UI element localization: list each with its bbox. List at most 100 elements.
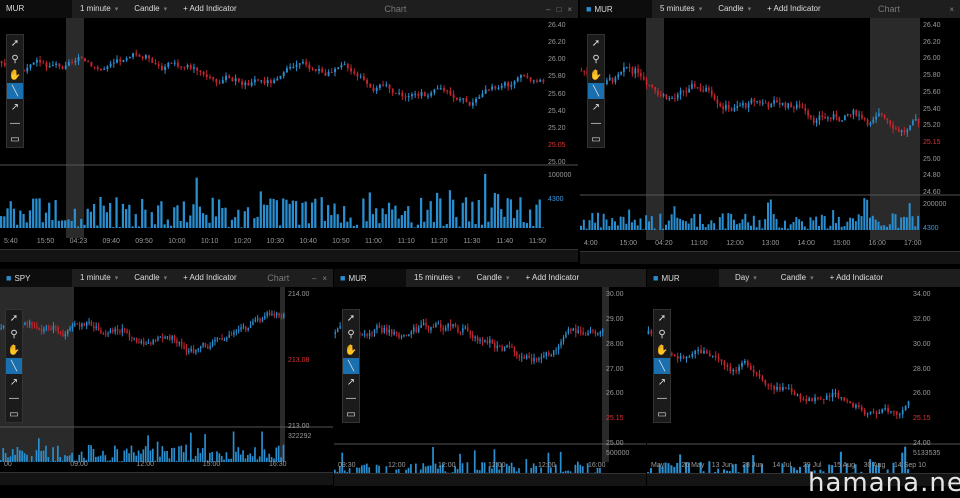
minimize-icon[interactable]: – [546,5,550,14]
close-icon[interactable]: × [567,5,572,14]
chart-canvas[interactable] [0,0,578,268]
time-scrollbar[interactable] [580,251,960,264]
hand-icon[interactable]: ✋ [6,342,22,358]
candle-body [873,412,875,413]
chart-canvas[interactable] [0,269,333,491]
time-scrollbar[interactable] [334,473,646,486]
chart-canvas[interactable] [334,269,646,491]
cursor-icon[interactable]: ➚ [343,310,359,326]
arrow-icon[interactable]: ↗ [7,99,23,115]
volume-bar [119,461,121,462]
add-indicator-button[interactable]: + Add Indicator [759,0,829,18]
volume-bar [662,229,664,230]
chart-type-dropdown[interactable]: Candle [126,269,175,287]
line-icon[interactable]: ╲ [654,358,670,374]
hline-icon[interactable]: — [588,115,604,131]
chart-canvas[interactable] [580,0,960,268]
hline-icon[interactable]: — [343,390,359,406]
time-scrollbar[interactable] [0,472,333,485]
add-indicator-button[interactable]: + Add Indicator [822,269,892,287]
volume-bar [455,217,457,228]
interval-dropdown[interactable]: 5 minutes [652,0,710,18]
arrow-icon[interactable]: ↗ [654,374,670,390]
hline-icon[interactable]: — [6,390,22,406]
symbol-tab[interactable]: MUR [0,0,72,18]
rect-icon[interactable]: ▭ [654,406,670,422]
interval-dropdown[interactable]: 15 minutes [406,269,469,287]
symbol-label[interactable]: MUR [0,0,72,18]
hand-icon[interactable]: ✋ [343,342,359,358]
time-axis-label: 12:00 [488,462,506,469]
candle-body [212,77,214,79]
candle-body [558,346,559,350]
line-icon[interactable]: ╲ [588,83,604,99]
symbol-tab[interactable]: ■SPY [0,269,72,287]
line-icon[interactable]: ╲ [6,358,22,374]
symbol-label[interactable]: ■MUR [647,269,719,287]
volume-bar [513,218,515,228]
rect-icon[interactable]: ▭ [343,406,359,422]
cursor-icon[interactable]: ➚ [654,310,670,326]
interval-dropdown[interactable]: 1 minute [72,0,126,18]
rect-icon[interactable]: ▭ [6,406,22,422]
symbol-tab[interactable]: ■MUR [580,0,652,18]
hand-icon[interactable]: ✋ [588,67,604,83]
arrow-icon[interactable]: ↗ [6,374,22,390]
add-indicator-button[interactable]: + Add Indicator [175,0,245,18]
close-icon[interactable]: × [949,5,954,14]
zoom-icon[interactable]: ⚲ [343,326,359,342]
symbol-tab[interactable]: ■MUR [647,269,719,287]
add-indicator-button[interactable]: + Add Indicator [175,269,245,287]
arrow-icon[interactable]: ↗ [588,99,604,115]
hand-icon[interactable]: ✋ [654,342,670,358]
cursor-icon[interactable]: ➚ [6,310,22,326]
symbol-label[interactable]: ■SPY [0,269,72,287]
volume-bar [295,201,297,228]
volume-bar [897,228,899,230]
arrow-icon[interactable]: ↗ [343,374,359,390]
chart-type-dropdown[interactable]: Candle [773,269,822,287]
rect-icon[interactable]: ▭ [588,131,604,147]
line-icon[interactable]: ╲ [343,358,359,374]
symbol-tab[interactable]: ■MUR [334,269,406,287]
hline-icon[interactable]: — [654,390,670,406]
volume-bar [6,208,8,228]
zoom-icon[interactable]: ⚲ [654,326,670,342]
candle-body [190,65,192,69]
candle-body [853,110,855,115]
minimize-icon[interactable]: – [312,274,316,283]
line-icon[interactable]: ╲ [7,83,23,99]
symbol-label[interactable]: ■MUR [580,0,652,18]
candle-body [296,65,298,67]
interval-dropdown[interactable]: Day [719,269,773,287]
zoom-icon[interactable]: ⚲ [7,51,23,67]
link-dot-icon: ■ [340,273,345,283]
volume-bar [620,217,622,230]
interval-dropdown[interactable]: 1 minute [72,269,126,287]
chart-type-dropdown[interactable]: Candle [710,0,759,18]
price-axis-label: 26.40 [548,22,566,29]
chart-type-dropdown[interactable]: Candle [469,269,518,287]
time-scrollbar[interactable] [0,249,578,262]
rect-icon[interactable]: ▭ [7,131,23,147]
chart-panel-spy-1min: ■SPY 1 minute Candle + Add Indicator Cha… [0,269,333,491]
maximize-icon[interactable]: □ [556,5,561,14]
close-icon[interactable]: × [322,274,327,283]
cursor-icon[interactable]: ➚ [588,35,604,51]
cursor-icon[interactable]: ➚ [7,35,23,51]
volume-bar [266,458,268,462]
candle-body [528,356,529,358]
chart-canvas[interactable] [647,269,960,491]
zoom-icon[interactable]: ⚲ [6,326,22,342]
symbol-label[interactable]: ■MUR [334,269,406,287]
candle-body [457,327,458,332]
candle-body [90,62,92,66]
volume-bar [468,221,470,228]
hline-icon[interactable]: — [7,115,23,131]
hand-icon[interactable]: ✋ [7,67,23,83]
add-indicator-button[interactable]: + Add Indicator [518,269,588,287]
volume-bar [394,206,396,228]
volume-bar [240,455,242,462]
zoom-icon[interactable]: ⚲ [588,51,604,67]
chart-type-dropdown[interactable]: Candle [126,0,175,18]
